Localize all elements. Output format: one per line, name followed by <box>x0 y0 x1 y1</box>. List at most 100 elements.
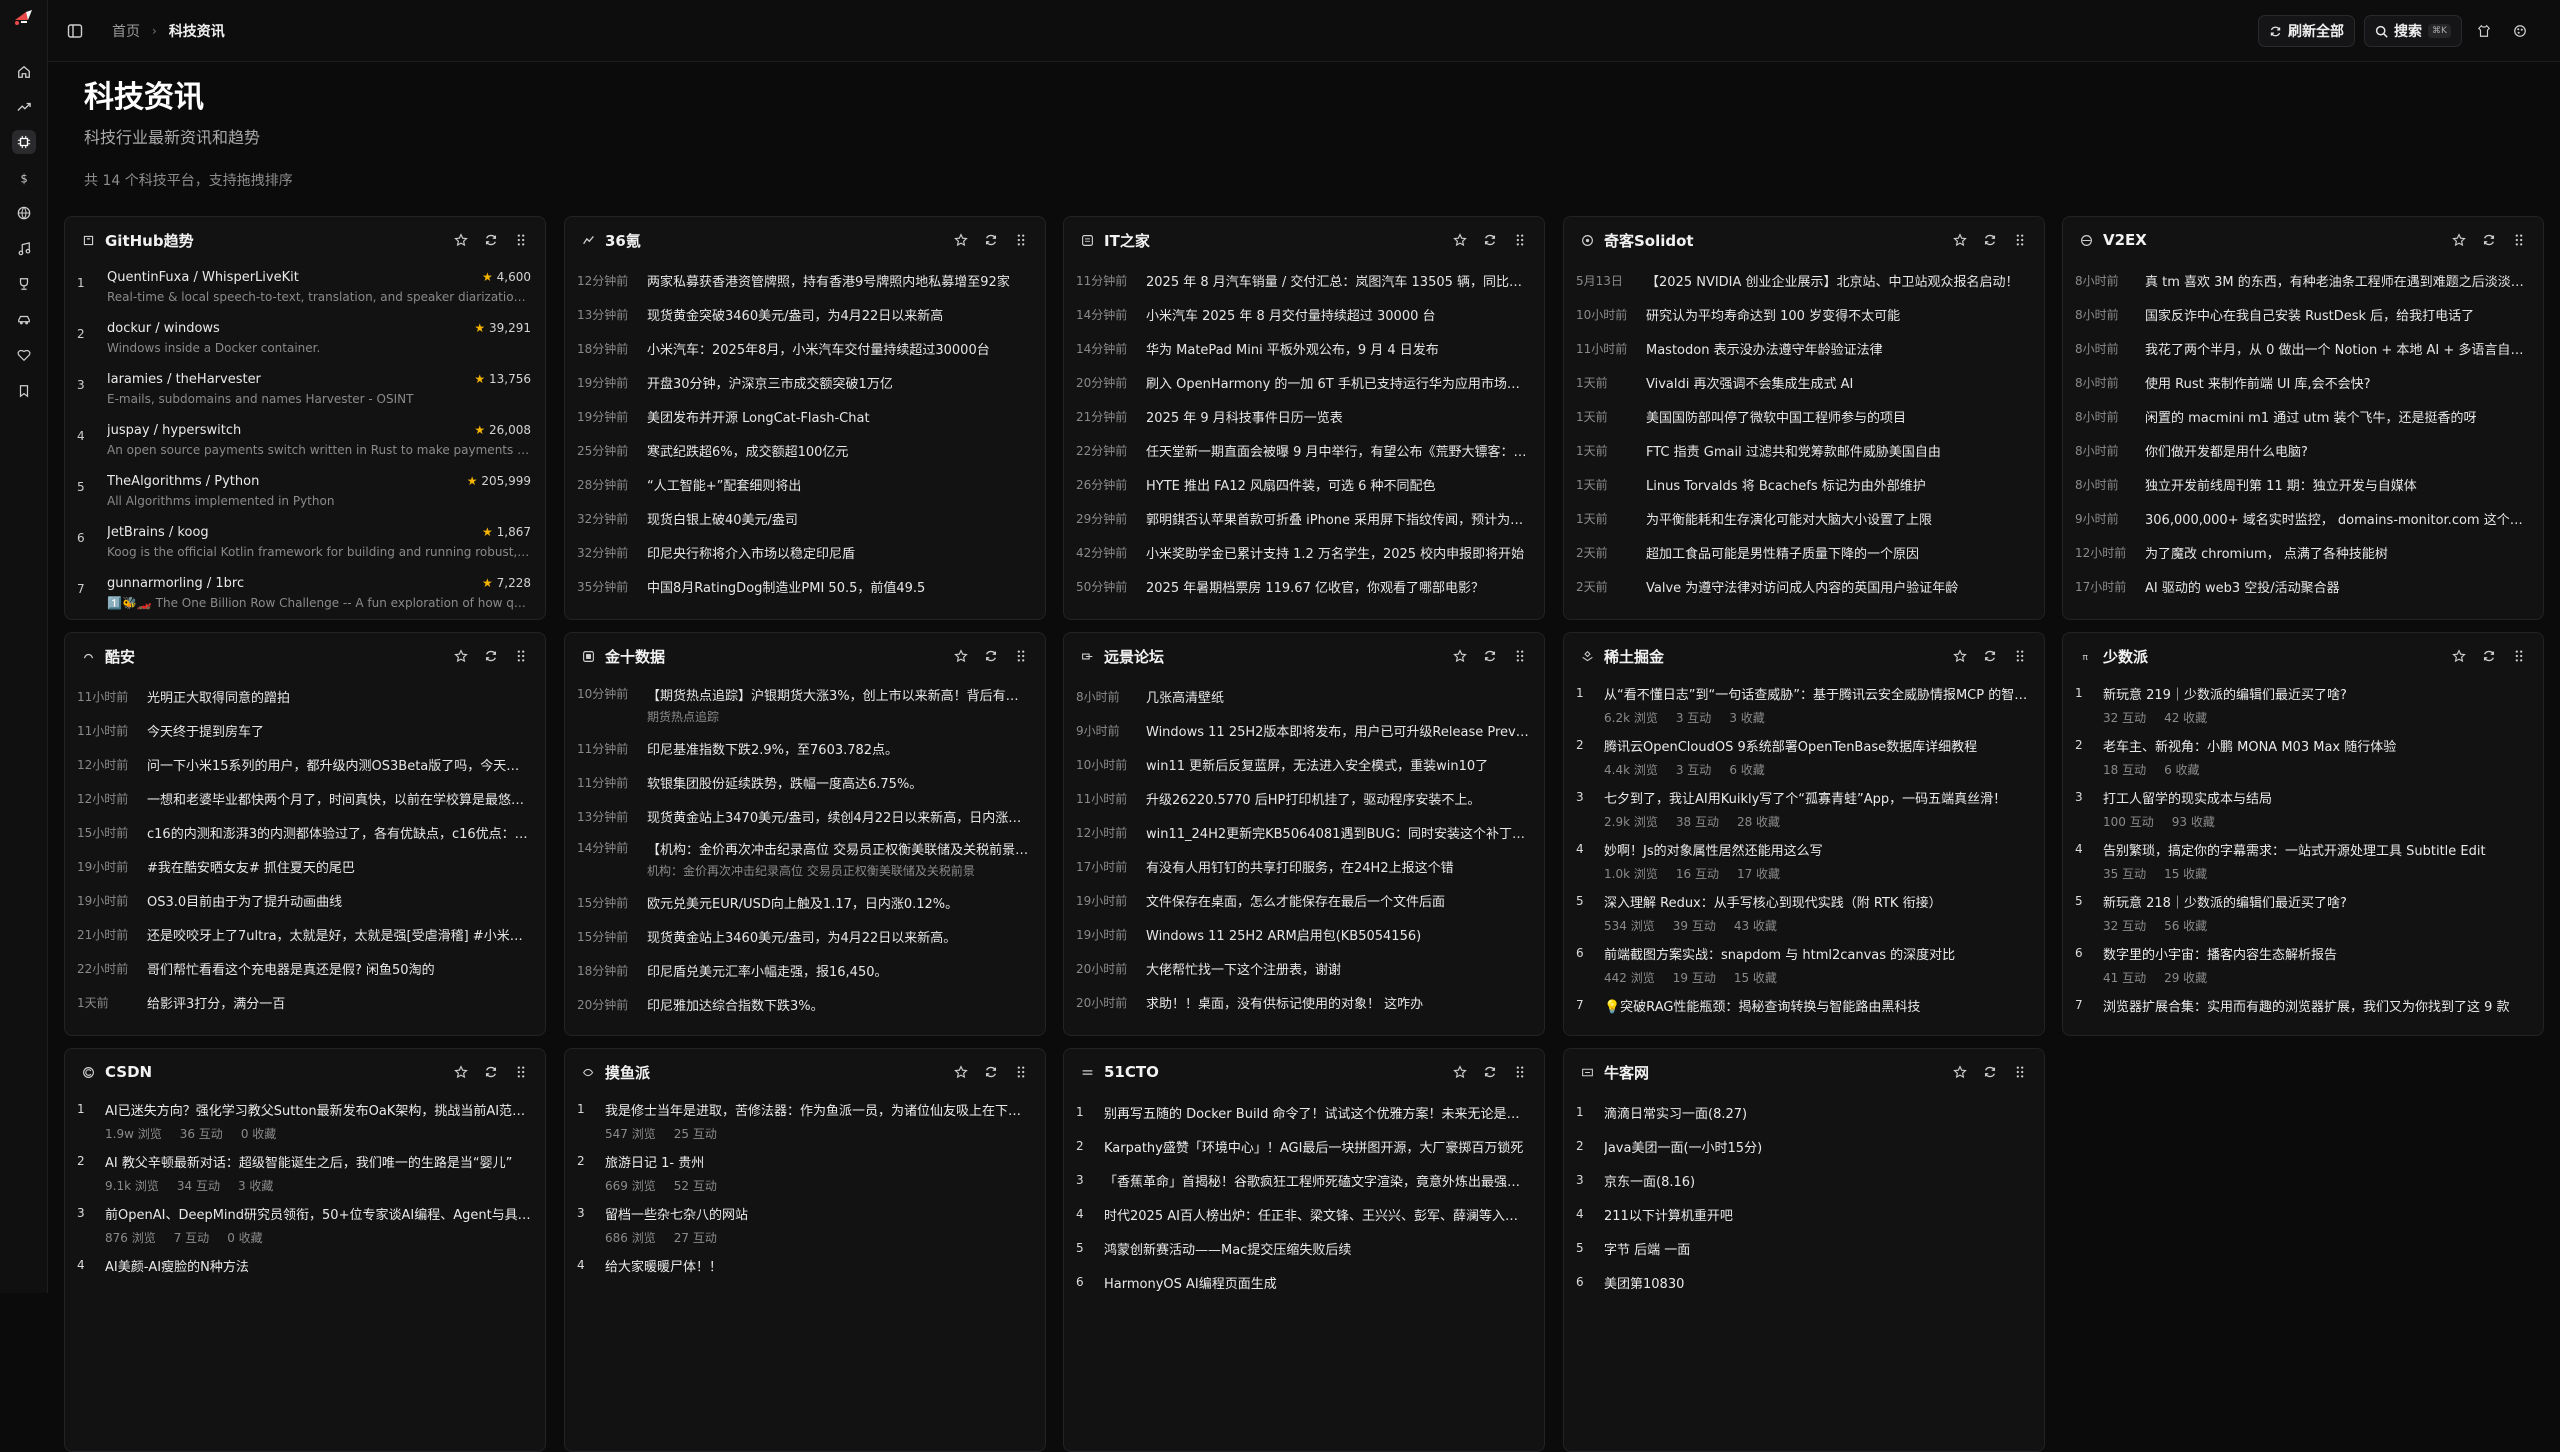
list-item[interactable]: 12分钟前 两家私募获香港资管牌照，持有香港9号牌照内地私募增至92家 <box>565 263 1045 297</box>
list-item[interactable]: 8小时前 你们做开发都是用什么电脑? <box>2063 433 2543 467</box>
list-item[interactable]: 19小时前 OS3.0目前由于为了提升动画曲线 <box>65 883 545 917</box>
ranked-item[interactable]: 5 字节 后端 一面 <box>1564 1231 2044 1265</box>
ranked-item[interactable]: 4 AI美颜-AI瘦脸的N种方法 <box>65 1251 545 1303</box>
ranked-item[interactable]: 1 滴滴日常实习一面(8.27) <box>1564 1095 2044 1129</box>
repo-item[interactable]: 3 laramies / theHarvester ★ 13,756 E-mails,… <box>65 365 545 416</box>
ranked-item[interactable]: 6 HarmonyOS AI编程页面生成 <box>1064 1265 1544 1299</box>
list-item[interactable]: 8小时前 使用 Rust 来制作前端 UI 库,会不会快? <box>2063 365 2543 399</box>
list-item[interactable]: 11小时前 升级26220.5770 后HP打印机挂了，驱动程序安装不上。 <box>1064 781 1544 815</box>
card-ithome[interactable]: IT之家 11分钟前 2025 年 8 月汽车销量 / 交付汇总：岚图汽车 1350… <box>1063 216 1545 620</box>
ranked-item[interactable]: 1 AI已迷失方向？强化学习教父Sutton最新发布OaK架构，挑战当前AI范式…… <box>65 1095 545 1147</box>
list-item[interactable]: 8小时前 独立开发前线周刊第 11 期：独立开发与自媒体 <box>2063 467 2543 501</box>
item-title[interactable]: 【2025 NVIDIA 创业企业展示】北京站、中卫站观众报名启动！ <box>1646 271 2030 290</box>
drag-handle-icon[interactable] <box>1013 1064 1029 1080</box>
refresh-icon[interactable] <box>1482 232 1498 248</box>
refresh-icon[interactable] <box>1482 648 1498 664</box>
heart-icon[interactable] <box>12 343 36 367</box>
item-title[interactable]: 211以下计算机重开吧 <box>1604 1205 2030 1224</box>
item-title[interactable]: 研究认为平均寿命达到 100 岁变得不太可能 <box>1646 305 2030 324</box>
item-title[interactable]: 新玩意 218｜少数派的编辑们最近买了啥? <box>2103 892 2529 911</box>
item-title[interactable]: 哥们帮忙看看这个充电器是真还是假? 闲鱼50淘的 <box>147 959 531 978</box>
item-title[interactable]: 美团发布并开源 LongCat-Flash-Chat <box>647 407 1031 426</box>
item-title[interactable]: 国家反诈中心在我自己安装 RustDesk 后，给我打电话了 <box>2145 305 2529 324</box>
item-title[interactable]: 现货白银上破40美元/盎司 <box>647 509 1031 528</box>
refresh-icon[interactable] <box>483 648 499 664</box>
refresh-icon[interactable] <box>1982 648 1998 664</box>
ranked-item[interactable]: 6 前端截图方案实战：snapdom 与 html2canvas 的深度对比 442… <box>1564 939 2044 991</box>
item-title[interactable]: 使用 Rust 来制作前端 UI 库,会不会快? <box>2145 373 2529 392</box>
item-title[interactable]: 「香蕉革命」首揭秘！谷歌疯狂工程师死磕文字渲染，竟意外炼出最强模型 <box>1104 1171 1530 1190</box>
item-title[interactable]: 刷入 OpenHarmony 的一加 6T 手机已支持运行华为应用市场，… <box>1146 373 1530 392</box>
list-item[interactable]: 20小时前 大佬帮忙找一下这个注册表，谢谢 <box>1064 951 1544 985</box>
item-title[interactable]: 新玩意 219｜少数派的编辑们最近买了啥? <box>2103 684 2529 703</box>
star-icon[interactable] <box>2451 648 2467 664</box>
item-title[interactable]: 前OpenAI、DeepMind研究员领衔，50+位专家谈AI编程、Agent与… <box>105 1204 531 1223</box>
ranked-item[interactable]: 4 给大家暖暖尸体！！ <box>565 1251 1045 1303</box>
repo-name[interactable]: juspay / hyperswitch <box>107 423 466 438</box>
item-title[interactable]: c16的内测和澎湃3的内测都体验过了，各有优缺点，c16优点：… <box>147 823 531 842</box>
item-title[interactable]: win11 更新后反复蓝屏，无法进入安全模式，重装win10了 <box>1146 755 1530 774</box>
item-title[interactable]: 文件保存在桌面，怎么才能保存在最后一个文件后面 <box>1146 891 1530 910</box>
item-title[interactable]: 印尼央行称将介入市场以稳定印尼盾 <box>647 543 1031 562</box>
list-item[interactable]: 25分钟前 寒武纪跌超6%，成交额超100亿元 <box>565 433 1045 467</box>
bookmark-icon[interactable] <box>12 379 36 403</box>
list-item[interactable]: 10小时前 win11 更新后反复蓝屏，无法进入安全模式，重装win10了 <box>1064 747 1544 781</box>
ranked-item[interactable]: 4 211以下计算机重开吧 <box>1564 1197 2044 1231</box>
item-title[interactable]: Karpathy盛赞「环境中心」！AGI最后一块拼图开源，大厂豪掷百万锁死 <box>1104 1137 1530 1156</box>
ranked-item[interactable]: 7 浏览器扩展合集：实用而有趣的浏览器扩展，我们又为你找到了这 9 款 <box>2063 991 2543 1031</box>
refresh-icon[interactable] <box>1982 1064 1998 1080</box>
list-item[interactable]: 15分钟前 现货黄金站上3460美元/盎司，为4月22日以来新高。 <box>565 919 1045 953</box>
item-title[interactable]: 软银集团股份延续跌势，跌幅一度高达6.75%。 <box>647 773 1031 792</box>
item-title[interactable]: 求助！！桌面，没有供标记使用的对象！ 这咋办 <box>1146 993 1530 1012</box>
list-item[interactable]: 19小时前 Windows 11 25H2 ARM启用包(KB5054156) <box>1064 917 1544 951</box>
repo-item[interactable]: 7 gunnarmorling / 1brc ★ 7,228 1️⃣🐝🏎️ The O… <box>65 569 545 615</box>
app-logo[interactable] <box>12 6 36 28</box>
drag-handle-icon[interactable] <box>1013 232 1029 248</box>
drag-handle-icon[interactable] <box>2012 1064 2028 1080</box>
list-item[interactable]: 28分钟前 “人工智能+”配套细则将出 <box>565 467 1045 501</box>
drag-handle-icon[interactable] <box>513 648 529 664</box>
list-item[interactable]: 8小时前 几张高清壁纸 <box>1064 679 1544 713</box>
ranked-item[interactable]: 5 新玩意 218｜少数派的编辑们最近买了啥? 32 互动 56 收藏 <box>2063 887 2543 939</box>
card-sspai[interactable]: π 少数派 1 新玩意 219｜少数派的编辑们最近买了啥? 32 互动 42 收藏 2 老车主… <box>2062 632 2544 1036</box>
item-title[interactable]: 💡突破RAG性能瓶颈：揭秘查询转换与智能路由黑科技 <box>1604 996 2030 1015</box>
item-title[interactable]: AI已迷失方向？强化学习教父Sutton最新发布OaK架构，挑战当前AI范式… <box>105 1100 531 1119</box>
item-title[interactable]: 时代2025 AI百人榜出炉：任正非、梁文锋、王兴兴、彭军、薛澜等入选… <box>1104 1205 1530 1224</box>
ranked-item[interactable]: 4 时代2025 AI百人榜出炉：任正非、梁文锋、王兴兴、彭军、薛澜等入选… <box>1064 1197 1544 1231</box>
list-item[interactable]: 1天前 FTC 指责 Gmail 过滤共和党筹款邮件威胁美国自由 <box>1564 433 2044 467</box>
item-title[interactable]: Vivaldi 再次强调不会集成生成式 AI <box>1646 373 2030 392</box>
item-title[interactable]: Linus Torvalds 将 Bcachefs 标记为由外部维护 <box>1646 475 2030 494</box>
item-title[interactable]: Java美团一面(一小时15分) <box>1604 1137 2030 1156</box>
item-title[interactable]: 现货黄金站上3460美元/盎司，为4月22日以来新高。 <box>647 927 1031 946</box>
list-item[interactable]: 8小时前 国家反诈中心在我自己安装 RustDesk 后，给我打电话了 <box>2063 297 2543 331</box>
item-title[interactable]: AI美颜-AI瘦脸的N种方法 <box>105 1256 531 1275</box>
item-title[interactable]: 七夕到了，我让AI用Kuikly写了个“孤寡青蛙”App，一码五端真丝滑！ <box>1604 788 2030 807</box>
repo-name[interactable]: laramies / theHarvester <box>107 372 466 387</box>
list-item[interactable]: 17小时前 有没有人用钉钉的共享打印服务，在24H2上报这个错 <box>1064 849 1544 883</box>
drag-handle-icon[interactable] <box>1512 1064 1528 1080</box>
list-item[interactable]: 21小时前 还是咬咬牙上了7ultra，太就是好，太就是强[受虐滑稽] #小米平… <box>65 917 545 951</box>
list-item[interactable]: 9小时前 Windows 11 25H2版本即将发布，用户已可升级Release … <box>1064 713 1544 747</box>
item-title[interactable]: 有没有人用钉钉的共享打印服务，在24H2上报这个错 <box>1146 857 1530 876</box>
repo-item[interactable]: 5 TheAlgorithms / Python ★ 205,999 All Algo… <box>65 467 545 518</box>
list-item[interactable]: 32分钟前 现货白银上破40美元/盎司 <box>565 501 1045 535</box>
item-title[interactable]: 现货黄金突破3460美元/盎司，为4月22日以来新高 <box>647 305 1031 324</box>
item-title[interactable]: 老车主、新视角：小鹏 MONA M03 Max 随行体验 <box>2103 736 2529 755</box>
item-title[interactable]: 为了魔改 chromium， 点满了各种技能树 <box>2145 543 2529 562</box>
list-item[interactable]: 12小时前 win11_24H2更新完KB5064081遇到BUG：同时安装这个补… <box>1064 815 1544 849</box>
trending-icon[interactable] <box>12 95 36 119</box>
repo-name[interactable]: dockur / windows <box>107 321 466 336</box>
item-title[interactable]: 美团第10830 <box>1604 1273 2030 1292</box>
star-icon[interactable] <box>1452 648 1468 664</box>
repo-item[interactable]: 6 JetBrains / koog ★ 1,867 Koog is the offi… <box>65 518 545 569</box>
card-github[interactable]: GitHub趋势 1 QuentinFuxa / WhisperLiveKit ★ 4… <box>64 216 546 620</box>
item-title[interactable]: 闲置的 macmini m1 通过 utm 装个飞牛，还是挺香的呀 <box>2145 407 2529 426</box>
item-title[interactable]: 2025 年暑期档票房 119.67 亿收官，你观看了哪部电影？ <box>1146 577 1530 596</box>
item-title[interactable]: 印尼雅加达综合指数下跌3%。 <box>647 995 1031 1014</box>
star-icon[interactable] <box>2451 232 2467 248</box>
card-solidot[interactable]: 奇客Solidot 5月13日 【2025 NVIDIA 创业企业展示】北京站、中卫… <box>1563 216 2045 620</box>
item-title[interactable]: 你们做开发都是用什么电脑? <box>2145 441 2529 460</box>
item-title[interactable]: OS3.0目前由于为了提升动画曲线 <box>147 891 531 910</box>
item-title[interactable]: AI 教父辛顿最新对话：超级智能诞生之后，我们唯一的生路是当“婴儿” <box>105 1152 531 1171</box>
star-icon[interactable] <box>1952 1064 1968 1080</box>
